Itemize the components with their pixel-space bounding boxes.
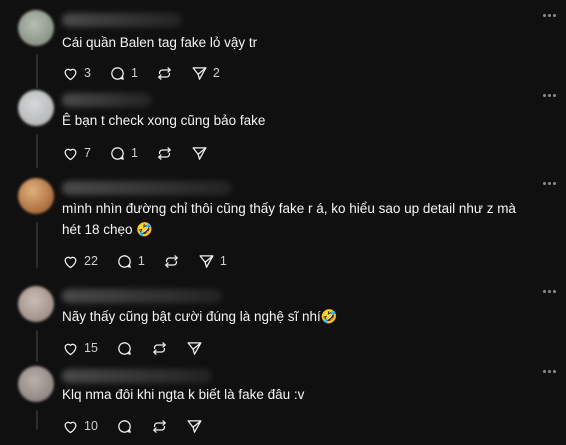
more-options-icon[interactable] (543, 290, 556, 293)
share-button[interactable] (191, 145, 208, 162)
thread-line (36, 330, 38, 362)
reply-button[interactable]: 1 (116, 253, 145, 270)
action-bar: 7 1 (62, 143, 226, 163)
action-bar: 15 (62, 338, 221, 358)
avatar[interactable] (18, 10, 54, 46)
more-options-icon[interactable] (543, 370, 556, 373)
reply-post: Nãy thấy cũng bật cười đúng là nghệ sĩ n… (0, 286, 566, 366)
repost-icon (158, 146, 171, 160)
send-icon (187, 341, 202, 355)
username-blurred[interactable] (62, 369, 212, 383)
comment-icon (118, 341, 131, 355)
heart-icon (64, 421, 77, 433)
reply-count: 1 (137, 254, 145, 268)
like-count: 15 (84, 341, 98, 355)
comment-icon (118, 254, 131, 268)
like-button[interactable]: 15 (62, 340, 98, 357)
reply-button[interactable] (116, 418, 133, 435)
send-icon (187, 419, 202, 433)
action-bar: 22 1 1 (62, 251, 245, 271)
repost-button[interactable] (156, 145, 173, 162)
share-button[interactable]: 1 (198, 253, 227, 270)
share-button[interactable] (186, 340, 203, 357)
repost-icon (153, 341, 166, 355)
more-options-icon[interactable] (543, 182, 556, 185)
repost-button[interactable] (151, 340, 168, 357)
reply-button[interactable]: 1 (109, 145, 138, 162)
like-button[interactable]: 7 (62, 145, 91, 162)
like-count: 7 (84, 146, 91, 160)
reply-button[interactable] (116, 340, 133, 357)
avatar[interactable] (18, 366, 54, 402)
send-icon (192, 146, 207, 160)
like-count: 10 (84, 419, 98, 433)
reply-text: mình nhìn đường chỉ thôi cũng thấy fake … (62, 201, 516, 237)
reply-button[interactable]: 1 (109, 65, 138, 82)
share-count: 2 (212, 66, 220, 80)
reply-count: 1 (130, 146, 138, 160)
like-button[interactable]: 3 (62, 65, 91, 82)
thread-line (36, 410, 38, 430)
username-blurred[interactable] (62, 13, 182, 27)
reply-post: mình nhìn đường chỉ thôi cũng thấy fake … (0, 178, 566, 282)
repost-icon (165, 254, 178, 268)
username-blurred[interactable] (62, 93, 152, 107)
avatar[interactable] (18, 178, 54, 214)
comment-icon (111, 146, 124, 160)
heart-icon (64, 68, 77, 80)
share-count: 1 (219, 254, 227, 268)
share-button[interactable] (186, 418, 203, 435)
heart-icon (64, 256, 77, 268)
thread-line (36, 222, 38, 268)
comment-icon (118, 419, 131, 433)
reply-text: Klq nma đôi khi ngta k biết là fake đâu … (62, 387, 305, 402)
reply-text: Ê bạn t check xong cũng bảo fake (62, 113, 266, 128)
action-bar: 10 (62, 416, 221, 436)
username-blurred[interactable] (62, 289, 222, 303)
reply-post: Cái quần Balen tag fake lỏ vậy tr 3 1 2 (0, 10, 566, 90)
heart-icon (64, 148, 77, 160)
replies-feed: Cái quần Balen tag fake lỏ vậy tr 3 1 2 (0, 0, 566, 445)
more-options-icon[interactable] (543, 14, 556, 17)
repost-icon (158, 66, 171, 80)
like-count: 3 (84, 66, 91, 80)
repost-icon (153, 419, 166, 433)
username-blurred[interactable] (62, 181, 232, 195)
send-icon (192, 66, 207, 80)
avatar[interactable] (18, 286, 54, 322)
like-button[interactable]: 10 (62, 418, 98, 435)
repost-button[interactable] (151, 418, 168, 435)
action-bar: 3 1 2 (62, 63, 238, 83)
heart-icon (64, 343, 77, 355)
share-button[interactable]: 2 (191, 65, 220, 82)
more-options-icon[interactable] (543, 94, 556, 97)
avatar[interactable] (18, 90, 54, 126)
thread-line (36, 54, 38, 88)
send-icon (199, 254, 214, 268)
repost-button[interactable] (163, 253, 180, 270)
reply-count: 1 (130, 66, 138, 80)
reply-post: Ê bạn t check xong cũng bảo fake 7 1 (0, 90, 566, 172)
reply-text: Cái quần Balen tag fake lỏ vậy tr (62, 35, 258, 50)
like-button[interactable]: 22 (62, 253, 98, 270)
reply-text: Nãy thấy cũng bật cười đúng là nghệ sĩ n… (62, 309, 338, 324)
thread-line (36, 134, 38, 168)
reply-post: Klq nma đôi khi ngta k biết là fake đâu … (0, 366, 566, 445)
like-count: 22 (84, 254, 98, 268)
repost-button[interactable] (156, 65, 173, 82)
comment-icon (111, 66, 124, 80)
